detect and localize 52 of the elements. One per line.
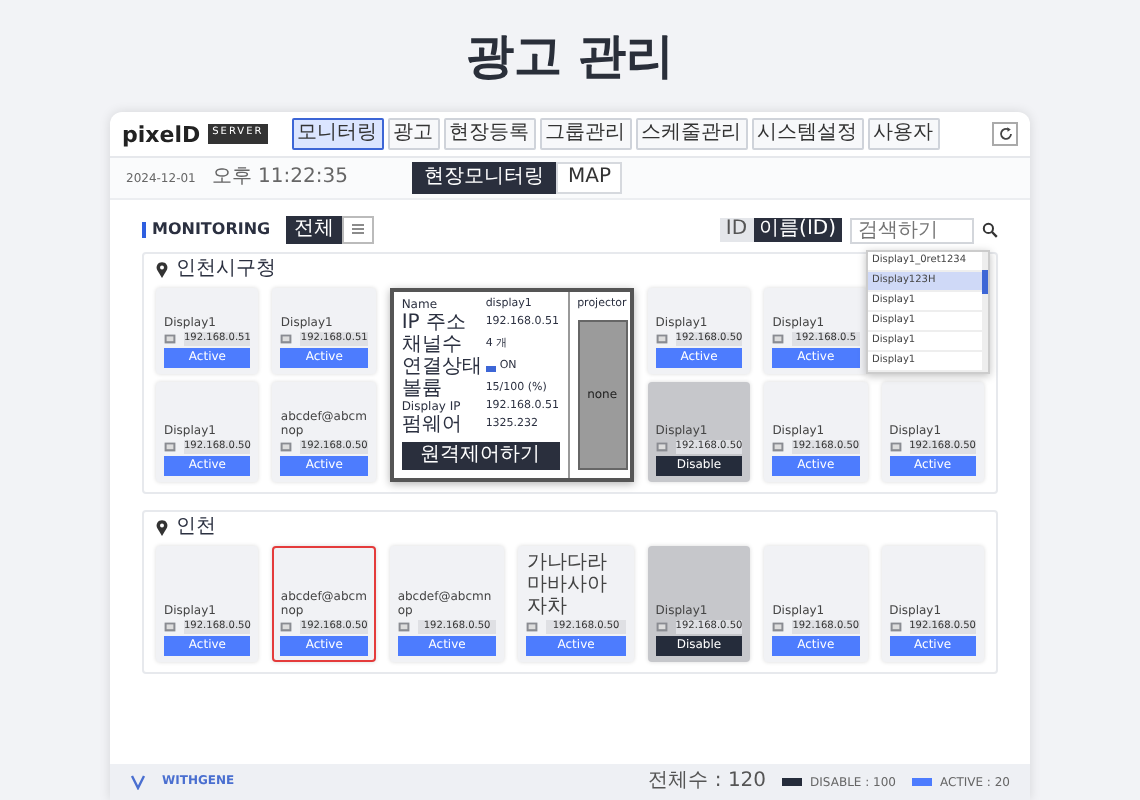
monitor-icon — [772, 622, 785, 632]
monitor-icon — [655, 442, 668, 452]
monitor-icon — [280, 333, 293, 344]
page-title: 광고 관리 — [465, 32, 675, 80]
monitor-icon — [164, 622, 176, 632]
info-label: 펌웨어 — [401, 416, 464, 436]
remote-control-button[interactable]: 원격제어하기 — [401, 442, 560, 470]
search-icon[interactable] — [982, 222, 998, 238]
list-view-toggle[interactable] — [342, 216, 375, 244]
monitor-icon — [164, 442, 176, 452]
monitor-icon — [772, 442, 785, 452]
nav-tab[interactable]: 현장등록 — [443, 118, 536, 150]
view-toggle[interactable]: 전체 — [286, 216, 343, 244]
brand-icon — [130, 774, 146, 790]
monitor-icon — [889, 622, 902, 632]
nav-tab[interactable]: 스케줄관리 — [635, 118, 748, 150]
location-pin-icon — [156, 520, 168, 536]
status-indicator — [485, 365, 496, 371]
info-label: 연결상태 — [401, 358, 484, 378]
list-icon — [350, 221, 367, 236]
nav-tab[interactable]: 광고 — [387, 118, 440, 150]
nav-tab[interactable]: 시스템설정 — [751, 118, 864, 150]
group-name: 인천시구청 — [176, 260, 276, 280]
search-mode[interactable]: 이름(ID) — [753, 218, 842, 242]
monitor-icon — [397, 622, 410, 632]
info-label: 채널수 — [401, 336, 464, 356]
view-tab[interactable]: 현장모니터링 — [411, 162, 556, 194]
logo: pixelD — [122, 123, 201, 145]
section-title: MONITORING — [142, 222, 271, 238]
nav-tab[interactable]: 모니터링 — [291, 118, 384, 150]
nav-tab[interactable]: 그룹관리 — [539, 118, 632, 150]
search-field[interactable]: 검색하기 — [850, 217, 974, 243]
monitor-icon — [280, 622, 293, 632]
display-name: 가나다라마바사아자차 — [526, 552, 609, 618]
time-text: 오후 11:22:35 — [211, 168, 348, 188]
info-label: 볼륨 — [401, 380, 444, 400]
monitor-icon — [280, 442, 293, 452]
location-pin-icon — [156, 262, 168, 278]
total-count: 전체수 : 120 — [648, 772, 767, 792]
refresh-icon — [997, 126, 1013, 142]
nav-tab[interactable]: 사용자 — [867, 118, 940, 150]
monitor-icon — [772, 333, 785, 344]
group-name: 인천 — [176, 518, 216, 538]
monitor-icon — [889, 442, 902, 452]
search-mode[interactable]: ID — [719, 218, 754, 242]
monitor-icon — [655, 333, 668, 344]
refresh-button[interactable] — [992, 122, 1018, 146]
info-label: IP 주소 — [401, 314, 468, 334]
monitor-icon — [526, 622, 539, 632]
monitor-icon — [655, 622, 668, 632]
view-tab[interactable]: MAP — [555, 162, 623, 194]
monitor-icon — [164, 333, 176, 344]
